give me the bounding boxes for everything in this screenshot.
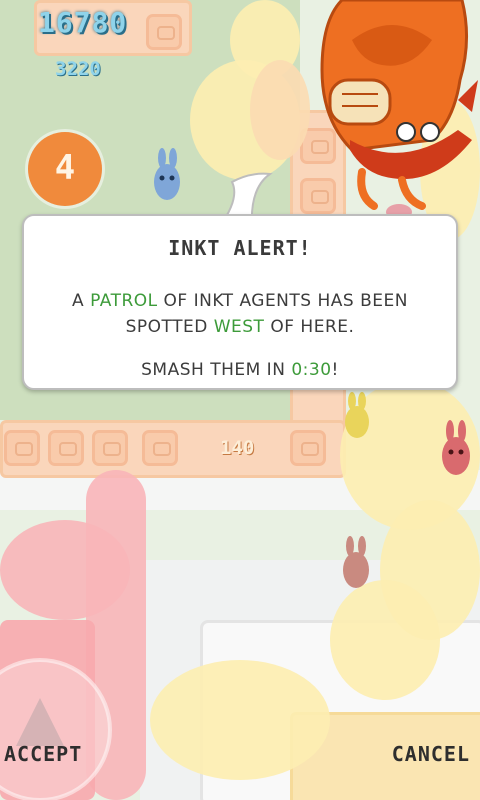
- blue-inkt-agent[interactable]: [148, 148, 186, 206]
- alert-highlight-direction: WEST: [213, 317, 265, 337]
- joystick-icon[interactable]: [0, 650, 120, 800]
- accept-button[interactable]: ACCEPT: [4, 742, 82, 766]
- alert-message: A PATROL OF INKT AGENTS HAS BEEN SPOTTED…: [34, 288, 446, 340]
- brown-inkt-agent[interactable]: [338, 536, 374, 592]
- alert-text: SPOTTED: [125, 317, 214, 337]
- alert-text: OF HERE.: [264, 317, 355, 337]
- alert-timer-line: SMASH THEM IN 0:30!: [24, 360, 456, 380]
- alert-title: INKT ALERT!: [168, 236, 312, 260]
- sub-score-counter: 3220: [55, 58, 101, 80]
- score-counter: 16780: [38, 6, 128, 39]
- combo-count: 4: [54, 148, 76, 188]
- inkt-alert-dialog: INKT ALERT! A PATROL OF INKT AGENTS HAS …: [22, 214, 458, 390]
- cancel-button[interactable]: CANCEL: [392, 742, 470, 766]
- floating-points: 140: [220, 437, 255, 459]
- alert-text: OF INKT AGENTS HAS BEEN: [157, 291, 408, 311]
- timer-prefix: SMASH THEM IN: [141, 360, 292, 380]
- timer-suffix: !: [331, 360, 339, 380]
- timer-value: 0:30: [291, 360, 332, 380]
- alert-highlight-patrol: PATROL: [90, 291, 158, 311]
- red-inkt-agent[interactable]: [436, 420, 476, 480]
- orange-hero-character: [320, 0, 478, 210]
- combo-badge: 4: [28, 132, 102, 206]
- yellow-inkt-agent[interactable]: [340, 392, 374, 442]
- alert-text: A: [72, 291, 91, 311]
